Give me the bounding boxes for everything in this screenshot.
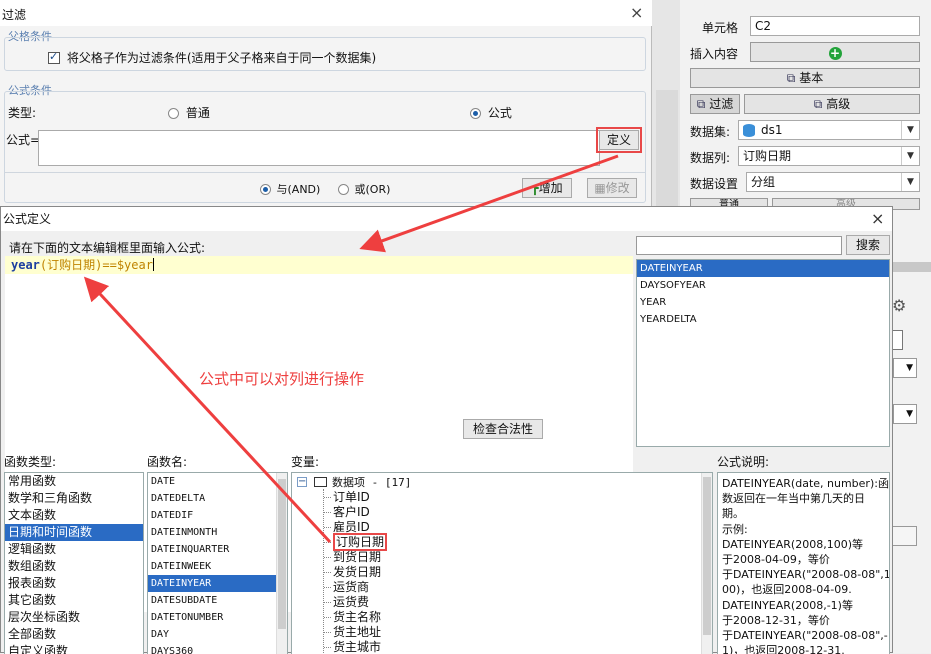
arrow-define-to-editor (359, 154, 619, 253)
arrow-variable-to-formula (83, 276, 332, 544)
annotation-arrows (83, 154, 619, 544)
